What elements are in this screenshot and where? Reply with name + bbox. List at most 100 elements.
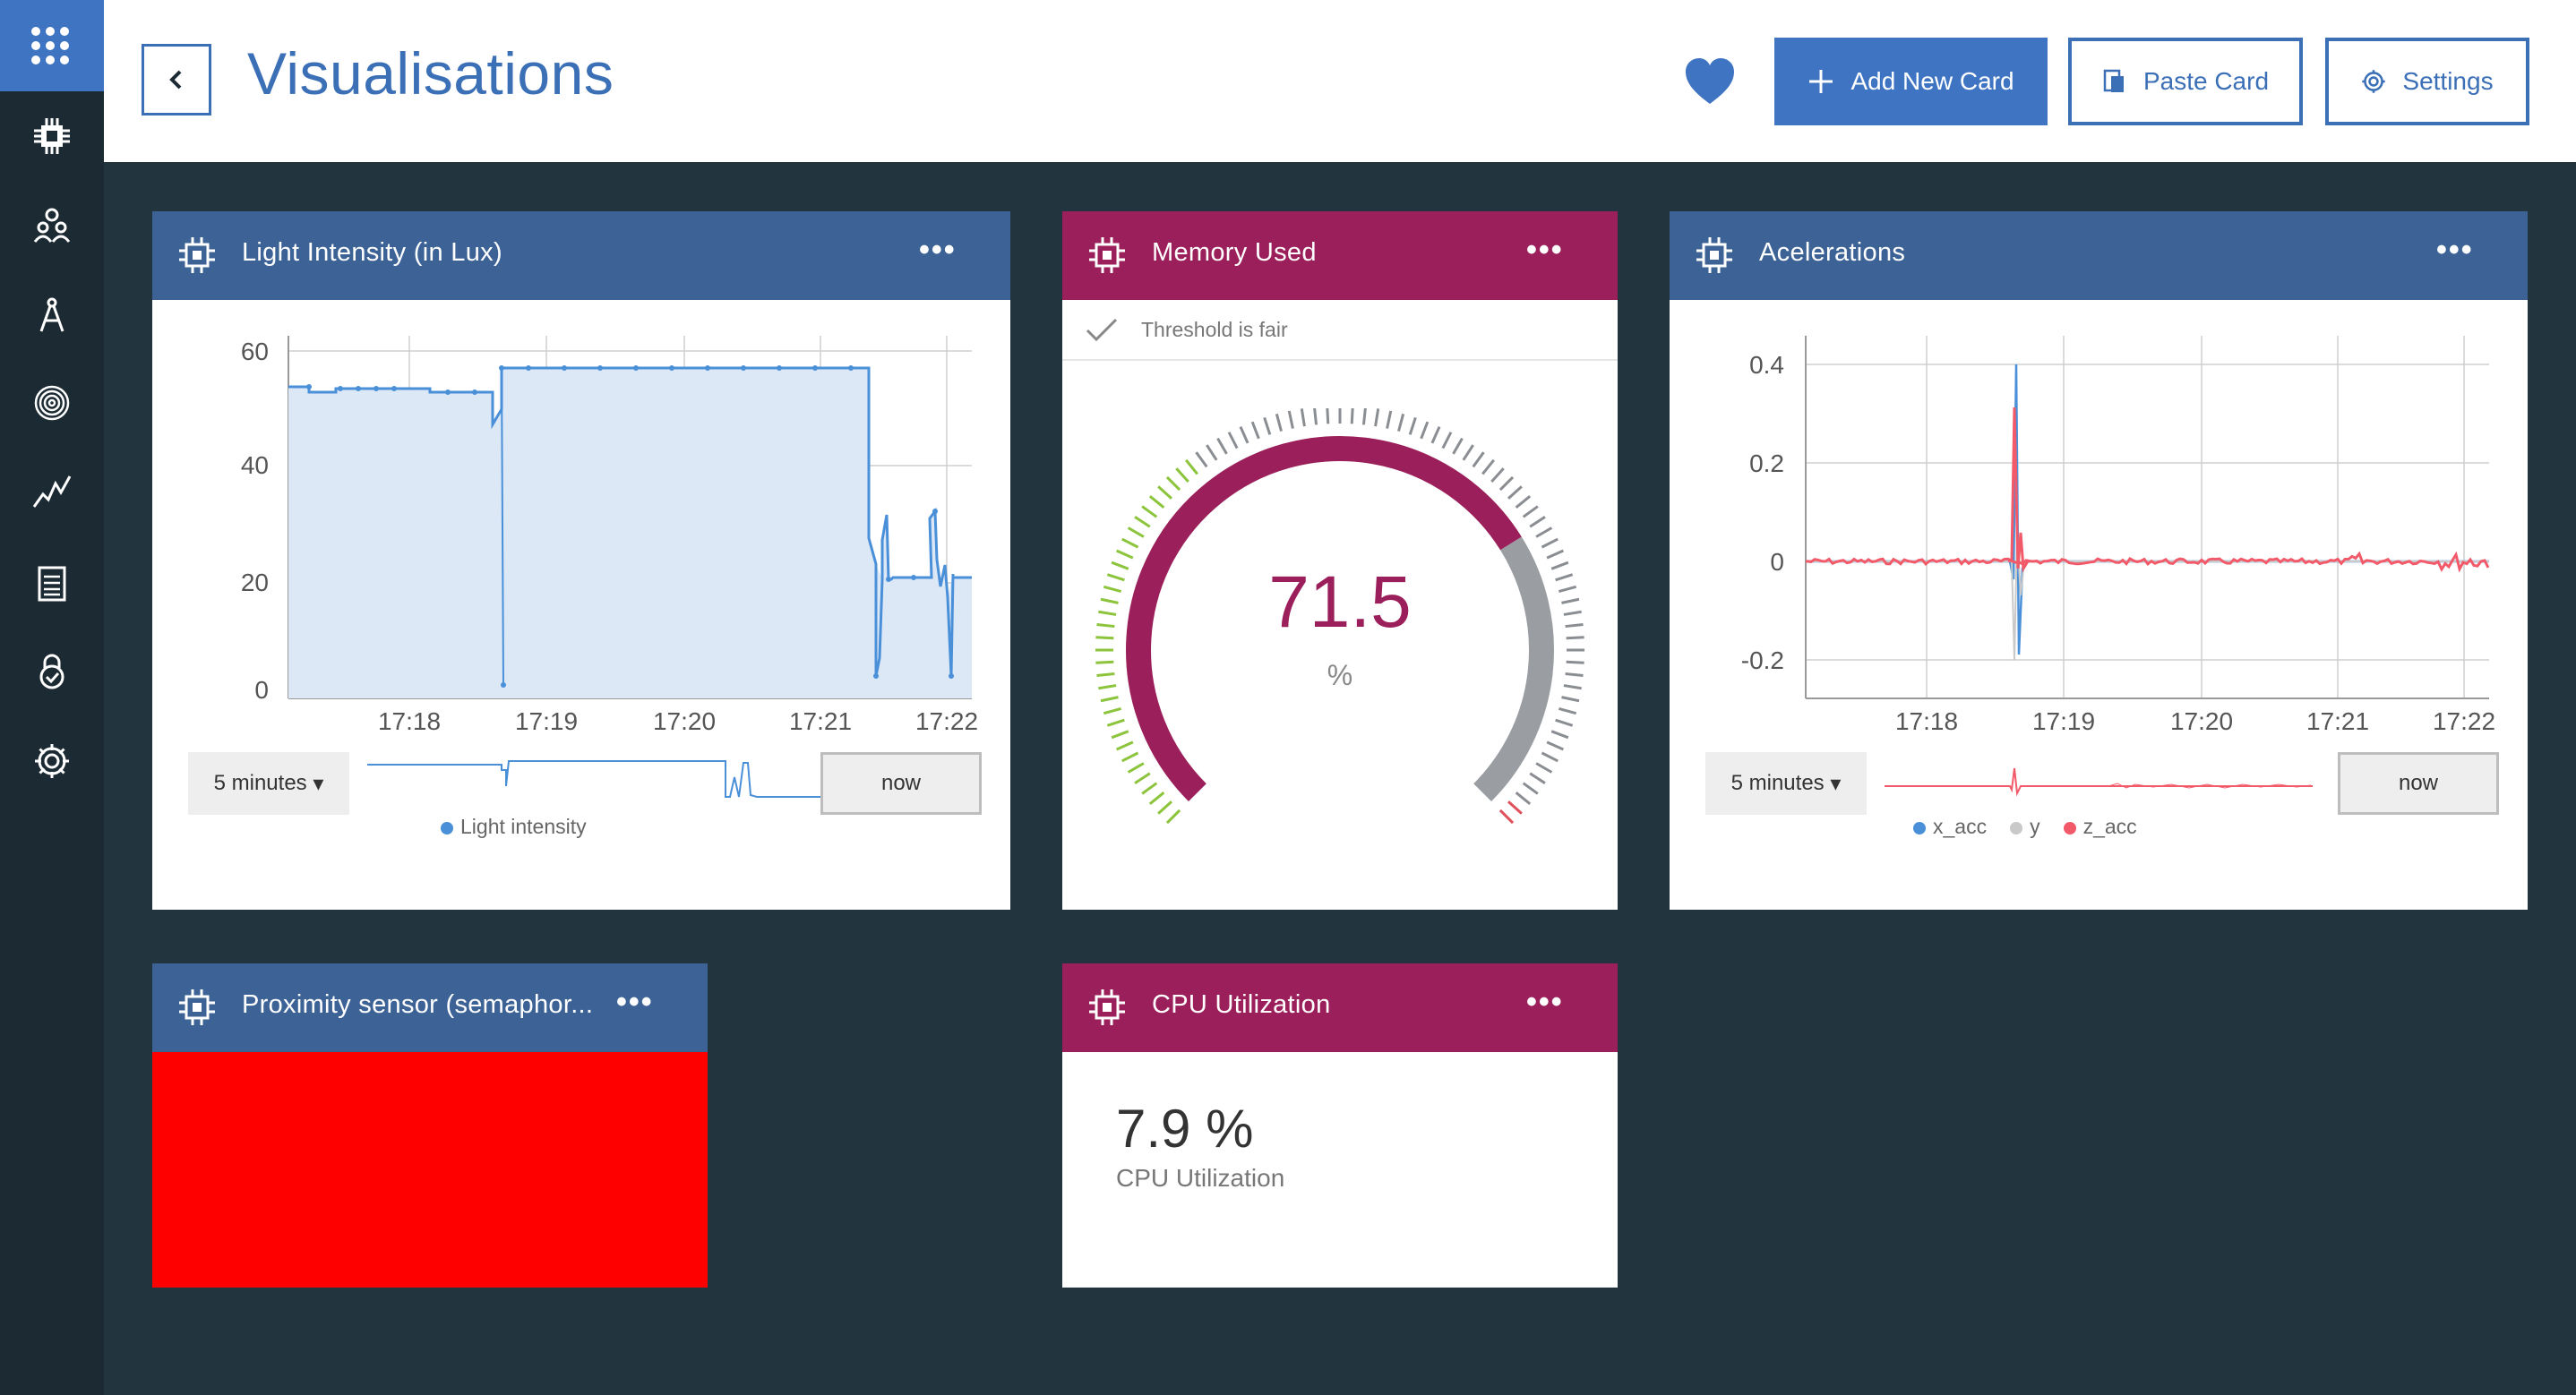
y-series-line <box>1806 532 2489 661</box>
gauge-tick <box>1535 762 1553 774</box>
gauge-tick <box>1541 537 1558 549</box>
gauge-tick <box>1216 437 1228 455</box>
card-title: Light Intensity (in Lux) <box>242 238 502 267</box>
legend-label: Light intensity <box>460 815 587 838</box>
legend-item-x-acc[interactable]: x_acc <box>1913 815 1987 839</box>
y-tick: 40 <box>241 451 269 479</box>
legend-item-y[interactable]: y <box>2010 815 2040 839</box>
chip-icon <box>1089 989 1125 1025</box>
security-nav-item[interactable] <box>0 636 104 707</box>
card-overflow-menu[interactable]: ••• <box>1526 985 1564 1020</box>
card-overflow-menu[interactable]: ••• <box>1526 233 1564 268</box>
time-range-dropdown[interactable]: 5 minutes ▾ <box>1705 752 1867 815</box>
card-overflow-menu[interactable]: ••• <box>2436 233 2474 268</box>
semaphore-status-indicator <box>152 1052 708 1288</box>
gauge-tick <box>1397 413 1405 432</box>
now-button[interactable]: now <box>820 752 982 815</box>
gauge-tick <box>1165 809 1181 825</box>
logs-nav-item[interactable] <box>0 548 104 620</box>
plus-icon <box>1809 70 1833 93</box>
gauge-tick <box>1498 809 1515 825</box>
legend-item-z-acc[interactable]: z_acc <box>2063 815 2137 839</box>
paste-card-label: Paste Card <box>2142 67 2270 95</box>
rules-nav-item[interactable] <box>0 367 104 439</box>
gauge-tick <box>1529 772 1546 784</box>
accelerations-navigator[interactable] <box>1885 754 2314 808</box>
gauge-tick <box>1507 800 1523 815</box>
card-header: Proximity sensor (semaphor... ••• <box>152 963 708 1052</box>
gauge-tick <box>1522 782 1539 795</box>
x-tick: 17:20 <box>653 707 716 735</box>
app-switcher-button[interactable] <box>0 0 104 91</box>
gauge-tick <box>1326 408 1330 424</box>
back-button[interactable] <box>142 44 211 116</box>
security-lock-icon <box>39 654 64 689</box>
gauge-tick <box>1546 740 1565 751</box>
gauge-tick <box>1515 792 1532 805</box>
card-title: Acelerations <box>1759 238 1906 267</box>
add-new-card-label: Add New Card <box>1850 67 2014 95</box>
gauge-tick <box>1100 696 1119 703</box>
gauge-tick <box>1227 432 1239 449</box>
settings-label: Settings <box>2402 67 2494 95</box>
gauge-tick <box>1111 730 1129 740</box>
settings-nav-item[interactable] <box>0 725 104 797</box>
usage-nav-item[interactable] <box>0 455 104 526</box>
members-nav-item[interactable] <box>0 190 104 261</box>
settings-button[interactable]: Settings <box>2325 38 2529 125</box>
light-intensity-card: Light Intensity (in Lux) ••• 60 40 20 0 … <box>152 211 1010 910</box>
members-icon <box>33 208 71 243</box>
gauge-tick <box>1263 416 1272 435</box>
gauge-value: 71.5 <box>1268 561 1412 643</box>
card-title: Memory Used <box>1152 238 1317 267</box>
chip-icon <box>179 237 215 273</box>
add-new-card-button[interactable]: Add New Card <box>1774 38 2048 125</box>
y-tick: 0.2 <box>1749 449 1784 477</box>
gauge-tick <box>1275 413 1283 432</box>
card-header: Acelerations ••• <box>1670 211 2528 300</box>
card-title: Proximity sensor (semaphor... <box>242 990 594 1019</box>
gear-icon <box>2362 70 2386 93</box>
gauge-tick <box>1408 416 1417 435</box>
x-axis-ticks: 17:18 17:19 17:20 17:21 17:22 <box>1895 707 2495 735</box>
gauge-tick <box>1374 408 1380 427</box>
legend-label: x_acc <box>1933 815 1988 838</box>
compass-icon <box>39 297 64 332</box>
card-header: Memory Used ••• <box>1062 211 1618 300</box>
gauge-tick <box>1148 792 1165 805</box>
legend-item[interactable]: Light intensity <box>441 815 587 839</box>
gauge-tick <box>1157 485 1172 500</box>
gauge-tick <box>1175 467 1189 483</box>
card-header: Light Intensity (in Lux) ••• <box>152 211 1010 300</box>
paste-card-button[interactable]: Paste Card <box>2068 38 2303 125</box>
gauge-tick <box>1239 425 1249 444</box>
card-overflow-menu[interactable]: ••• <box>616 985 654 1020</box>
now-label: now <box>880 771 922 795</box>
card-overflow-menu[interactable]: ••• <box>919 233 957 268</box>
gauge-tick <box>1134 516 1151 528</box>
x-tick: 17:21 <box>2306 707 2369 735</box>
apps-nav-item[interactable] <box>0 279 104 351</box>
cpu-value: 7.9 % <box>1116 1099 1254 1159</box>
card-header: CPU Utilization ••• <box>1062 963 1618 1052</box>
gauge-tick <box>1490 467 1505 483</box>
memory-used-card: Memory Used ••• Threshold is fair 71.5 % <box>1062 211 1618 910</box>
gauge-tick <box>1430 425 1441 444</box>
gauge-tick <box>1134 772 1151 784</box>
left-nav-rail <box>0 0 104 1395</box>
gauge-tick <box>1546 549 1565 560</box>
now-button[interactable]: now <box>2338 752 2499 815</box>
devices-nav-item[interactable] <box>0 100 104 172</box>
gauge-tick <box>1127 762 1145 774</box>
chevron-left-icon <box>169 70 182 90</box>
analytics-icon <box>32 475 72 508</box>
gauge-tick <box>1121 751 1139 763</box>
gauge-tick <box>1195 451 1208 468</box>
heart-favorite-icon[interactable] <box>1684 56 1736 107</box>
fingerprint-icon <box>34 385 70 421</box>
checkmark-icon <box>1086 318 1118 342</box>
legend-label: z_acc <box>2082 815 2137 838</box>
time-range-dropdown[interactable]: 5 minutes ▾ <box>188 752 349 815</box>
chart-legend: Light intensity <box>441 815 587 839</box>
gauge-tick <box>1515 495 1532 509</box>
